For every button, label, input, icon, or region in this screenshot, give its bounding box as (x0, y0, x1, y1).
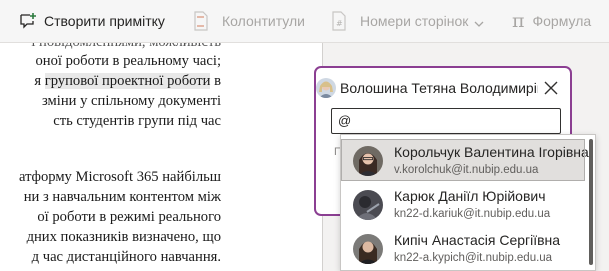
page-margin (238, 43, 322, 271)
doc-line: сть студентів групи під час (53, 113, 221, 129)
headers-footers-label: Колонтитули (222, 13, 305, 29)
suggestion-item[interactable]: Корольчук Валентина Ігорівна v.korolchuk… (341, 139, 589, 181)
suggestion-item[interactable]: Кипіч Анастасія Сергіївна kn22-a.kypich@… (341, 227, 585, 269)
chevron-down-icon (474, 16, 484, 27)
document-page[interactable]: і повідомленнями, можливість оної роботи… (0, 43, 238, 271)
doc-line: я групової проектної роботи в (34, 71, 221, 91)
suggestion-name: Карюк Данiїл Юрійович (394, 188, 546, 204)
suggestion-name: Кипіч Анастасія Сергіївна (394, 232, 561, 248)
highlighted-text: групової проектної роботи (44, 73, 211, 89)
avatar (353, 190, 383, 220)
doc-line: зміни у спільному документі (41, 93, 221, 109)
formula-label: Формула (532, 13, 592, 29)
page-numbers-button[interactable]: # Номери сторінок (330, 0, 484, 43)
new-comment-icon (18, 11, 38, 31)
doc-line: ої роботи в режимі реального (37, 209, 221, 225)
header-footer-icon (192, 11, 210, 31)
ribbon-toolbar: Створити примітку Колонтитули # Номери с… (0, 0, 609, 43)
doc-line: оної роботи в реальному часі; (35, 53, 221, 69)
author-avatar (316, 78, 336, 98)
suggestion-email: kn22-d.kariuk@it.nubip.edu.ua (394, 208, 551, 220)
suggestion-email: v.korolchuk@it.nubip.edu.ua (394, 164, 539, 176)
doc-line: дних показників визначено, що (26, 229, 221, 245)
new-comment-label: Створити примітку (44, 13, 165, 29)
doc-line: ни з навчальним контентом між (23, 189, 221, 205)
pi-icon: π (512, 10, 525, 32)
page-number-icon: # (330, 11, 348, 31)
close-icon[interactable] (542, 79, 560, 97)
comment-input[interactable]: @ (331, 108, 561, 134)
scrollbar[interactable] (589, 139, 593, 265)
doc-text: я (34, 73, 45, 89)
doc-line: атформу Microsoft 365 найбільш (19, 169, 221, 185)
suggestion-email: kn22-a.kypich@it.nubip.edu.ua (394, 252, 553, 264)
avatar (353, 146, 383, 176)
comment-author: Волошина Тетяна Володимирівна (340, 80, 538, 96)
new-comment-button[interactable]: Створити примітку (18, 0, 165, 43)
doc-text: в (210, 73, 221, 89)
doc-line: д час дистанційного навчання. (31, 249, 221, 265)
headers-footers-button[interactable]: Колонтитули (192, 0, 305, 43)
page-numbers-label: Номери сторінок (360, 13, 469, 29)
avatar (353, 234, 383, 264)
suggestion-item[interactable]: Карюк Данiїл Юрійович kn22-d.kariuk@it.n… (341, 183, 585, 225)
formula-button[interactable]: π Формула (512, 0, 591, 43)
suggestion-name: Корольчук Валентина Ігорівна (394, 144, 589, 160)
mention-suggestions-list: Корольчук Валентина Ігорівна v.korolchuk… (340, 134, 596, 271)
svg-text:#: # (336, 19, 343, 28)
